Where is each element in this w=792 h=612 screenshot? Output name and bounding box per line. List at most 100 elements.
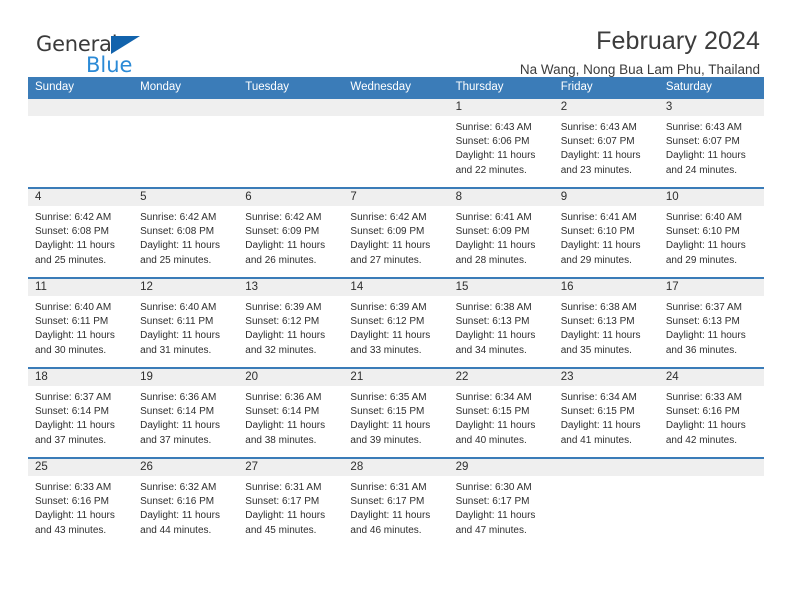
daylight-duration-line1: Daylight: 11 hours [245,330,326,342]
daylight-duration-line1: Daylight: 11 hours [140,510,220,522]
calendar-day-cell[interactable]: 14 Sunrise: 6:39 AM Sunset: 6:12 PM Dayligh… [343,277,449,368]
general-blue-logo[interactable]: General Blue [28,28,228,80]
calendar-day-cell[interactable]: 1 Sunrise: 6:43 AM Sunset: 6:06 PM Daylight… [448,97,554,188]
calendar-day-cell[interactable]: 17 Sunrise: 6:37 AM Sunset: 6:13 PM Dayligh… [658,277,764,368]
weekday-header-saturday: Saturday [658,77,764,98]
day-number [238,99,344,116]
sunrise-sunset-calendar: Sunday Monday Tuesday Wednesday Thursday… [28,77,764,548]
calendar-day-cell[interactable]: 28 Sunrise: 6:31 AM Sunset: 6:17 PM Dayligh… [343,457,449,548]
daylight-duration-line1: Daylight: 11 hours [245,420,326,432]
daylight-duration-line1: Daylight: 11 hours [665,240,746,252]
sunrise-time: Sunrise: 6:42 AM [35,212,112,223]
calendar-day-cell[interactable]: 3 Sunrise: 6:43 AM Sunset: 6:07 PM Daylight… [658,97,764,188]
day-number: 3 [658,99,764,116]
calendar-day-cell[interactable]: 16 Sunrise: 6:38 AM Sunset: 6:13 PM Dayligh… [553,277,659,368]
day-number: 20 [238,369,344,386]
day-details: Sunrise: 6:33 AM Sunset: 6:16 PM Daylight:… [28,476,133,538]
calendar-day-cell[interactable]: 13 Sunrise: 6:39 AM Sunset: 6:12 PM Dayligh… [238,277,344,368]
calendar-day-cell[interactable]: 23 Sunrise: 6:34 AM Sunset: 6:15 PM Dayligh… [553,367,659,458]
sunrise-time: Sunrise: 6:37 AM [35,392,112,403]
calendar-day-cell[interactable]: 5 Sunrise: 6:42 AM Sunset: 6:08 PM Daylight… [133,187,239,278]
sunrise-time: Sunrise: 6:40 AM [35,302,112,313]
calendar-day-cell[interactable]: 11 Sunrise: 6:40 AM Sunset: 6:11 PM Dayligh… [28,277,134,368]
calendar-day-cell[interactable]: 6 Sunrise: 6:42 AM Sunset: 6:09 PM Daylight… [238,187,344,278]
daylight-duration-line1: Daylight: 11 hours [140,420,220,432]
sunrise-time: Sunrise: 6:40 AM [140,302,217,313]
day-details: Sunrise: 6:38 AM Sunset: 6:13 PM Daylight:… [449,296,554,358]
sunrise-time: Sunrise: 6:34 AM [455,392,532,403]
sunrise-time: Sunrise: 6:32 AM [140,482,217,493]
calendar-day-cell[interactable]: 7 Sunrise: 6:42 AM Sunset: 6:09 PM Daylight… [343,187,449,278]
calendar-day-cell[interactable]: 26 Sunrise: 6:32 AM Sunset: 6:16 PM Dayligh… [133,457,239,548]
calendar-day-cell[interactable]: 9 Sunrise: 6:41 AM Sunset: 6:10 PM Daylight… [553,187,659,278]
day-details: Sunrise: 6:40 AM Sunset: 6:11 PM Daylight:… [133,296,238,358]
calendar-day-cell[interactable]: 22 Sunrise: 6:34 AM Sunset: 6:15 PM Dayligh… [448,367,554,458]
sunset-time: Sunset: 6:09 PM [245,226,320,238]
daylight-duration-line2: and 29 minutes. [665,254,738,266]
calendar-day-cell[interactable]: 2 Sunrise: 6:43 AM Sunset: 6:07 PM Daylight… [553,97,659,188]
sunrise-time: Sunrise: 6:40 AM [665,212,742,223]
calendar-day-cell[interactable]: 4 Sunrise: 6:42 AM Sunset: 6:08 PM Daylight… [28,187,134,278]
day-details: Sunrise: 6:40 AM Sunset: 6:11 PM Daylight:… [28,296,133,358]
week-row: 11 Sunrise: 6:40 AM Sunset: 6:11 PM Dayligh… [28,277,764,368]
calendar-day-cell[interactable]: 8 Sunrise: 6:41 AM Sunset: 6:09 PM Daylight… [448,187,554,278]
day-details: Sunrise: 6:31 AM Sunset: 6:17 PM Daylight:… [238,476,343,538]
calendar-day-cell[interactable]: 29 Sunrise: 6:30 AM Sunset: 6:17 PM Dayligh… [448,457,554,548]
daylight-duration-line1: Daylight: 11 hours [35,330,115,342]
day-details: Sunrise: 6:37 AM Sunset: 6:14 PM Daylight:… [28,386,133,448]
logo-text-blue: Blue [86,53,133,77]
page-subtitle: Na Wang, Nong Bua Lam Phu, Thailand [519,62,760,78]
sunset-time: Sunset: 6:06 PM [455,136,530,148]
sunset-time: Sunset: 6:15 PM [350,406,425,418]
daylight-duration-line2: and 43 minutes. [35,524,107,536]
sunrise-time: Sunrise: 6:43 AM [455,122,532,133]
calendar-day-cell[interactable]: 20 Sunrise: 6:36 AM Sunset: 6:14 PM Dayligh… [238,367,344,458]
daylight-duration-line1: Daylight: 11 hours [350,240,431,252]
day-details: Sunrise: 6:42 AM Sunset: 6:08 PM Daylight:… [133,206,238,268]
calendar-day-cell[interactable]: 15 Sunrise: 6:38 AM Sunset: 6:13 PM Dayligh… [448,277,554,368]
calendar-day-cell[interactable]: 12 Sunrise: 6:40 AM Sunset: 6:11 PM Dayligh… [133,277,239,368]
sunset-time: Sunset: 6:08 PM [35,226,109,238]
sunset-time: Sunset: 6:16 PM [665,406,740,418]
sunrise-time: Sunrise: 6:43 AM [665,122,742,133]
sunrise-time: Sunrise: 6:33 AM [35,482,112,493]
calendar-header-row: Sunday Monday Tuesday Wednesday Thursday… [28,77,764,98]
calendar-day-cell[interactable]: 27 Sunrise: 6:31 AM Sunset: 6:17 PM Dayligh… [238,457,344,548]
day-number: 24 [658,369,764,386]
daylight-duration-line1: Daylight: 11 hours [665,330,746,342]
calendar-empty-cell [658,457,764,548]
calendar-day-cell[interactable]: 19 Sunrise: 6:36 AM Sunset: 6:14 PM Dayligh… [133,367,239,458]
day-number [658,459,764,476]
day-number: 1 [448,99,554,116]
day-number: 8 [448,189,554,206]
calendar-empty-cell [553,457,659,548]
sunrise-time: Sunrise: 6:39 AM [245,302,322,313]
daylight-duration-line2: and 31 minutes. [140,344,212,356]
calendar-day-cell[interactable]: 18 Sunrise: 6:37 AM Sunset: 6:14 PM Dayligh… [28,367,134,458]
daylight-duration-line2: and 37 minutes. [35,434,107,446]
sunrise-time: Sunrise: 6:38 AM [455,302,532,313]
daylight-duration-line1: Daylight: 11 hours [560,420,641,432]
day-number: 28 [343,459,449,476]
daylight-duration-line1: Daylight: 11 hours [455,330,536,342]
sunset-time: Sunset: 6:13 PM [560,316,635,328]
sunrise-time: Sunrise: 6:42 AM [350,212,427,223]
sunset-time: Sunset: 6:10 PM [560,226,635,238]
day-details: Sunrise: 6:39 AM Sunset: 6:12 PM Daylight:… [238,296,343,358]
day-number: 7 [343,189,449,206]
daylight-duration-line1: Daylight: 11 hours [455,510,536,522]
daylight-duration-line2: and 32 minutes. [245,344,317,356]
calendar-day-cell[interactable]: 10 Sunrise: 6:40 AM Sunset: 6:10 PM Dayligh… [658,187,764,278]
day-number: 15 [448,279,554,296]
day-details: Sunrise: 6:42 AM Sunset: 6:09 PM Daylight:… [343,206,448,268]
calendar-day-cell[interactable]: 25 Sunrise: 6:33 AM Sunset: 6:16 PM Dayligh… [28,457,134,548]
day-number: 5 [133,189,239,206]
daylight-duration-line2: and 23 minutes. [560,164,632,176]
calendar-day-cell[interactable]: 24 Sunrise: 6:33 AM Sunset: 6:16 PM Dayligh… [658,367,764,458]
day-number: 10 [658,189,764,206]
day-details: Sunrise: 6:41 AM Sunset: 6:09 PM Daylight:… [449,206,554,268]
daylight-duration-line2: and 29 minutes. [560,254,632,266]
sunset-time: Sunset: 6:17 PM [455,496,530,508]
daylight-duration-line1: Daylight: 11 hours [455,150,536,162]
calendar-day-cell[interactable]: 21 Sunrise: 6:35 AM Sunset: 6:15 PM Dayligh… [343,367,449,458]
